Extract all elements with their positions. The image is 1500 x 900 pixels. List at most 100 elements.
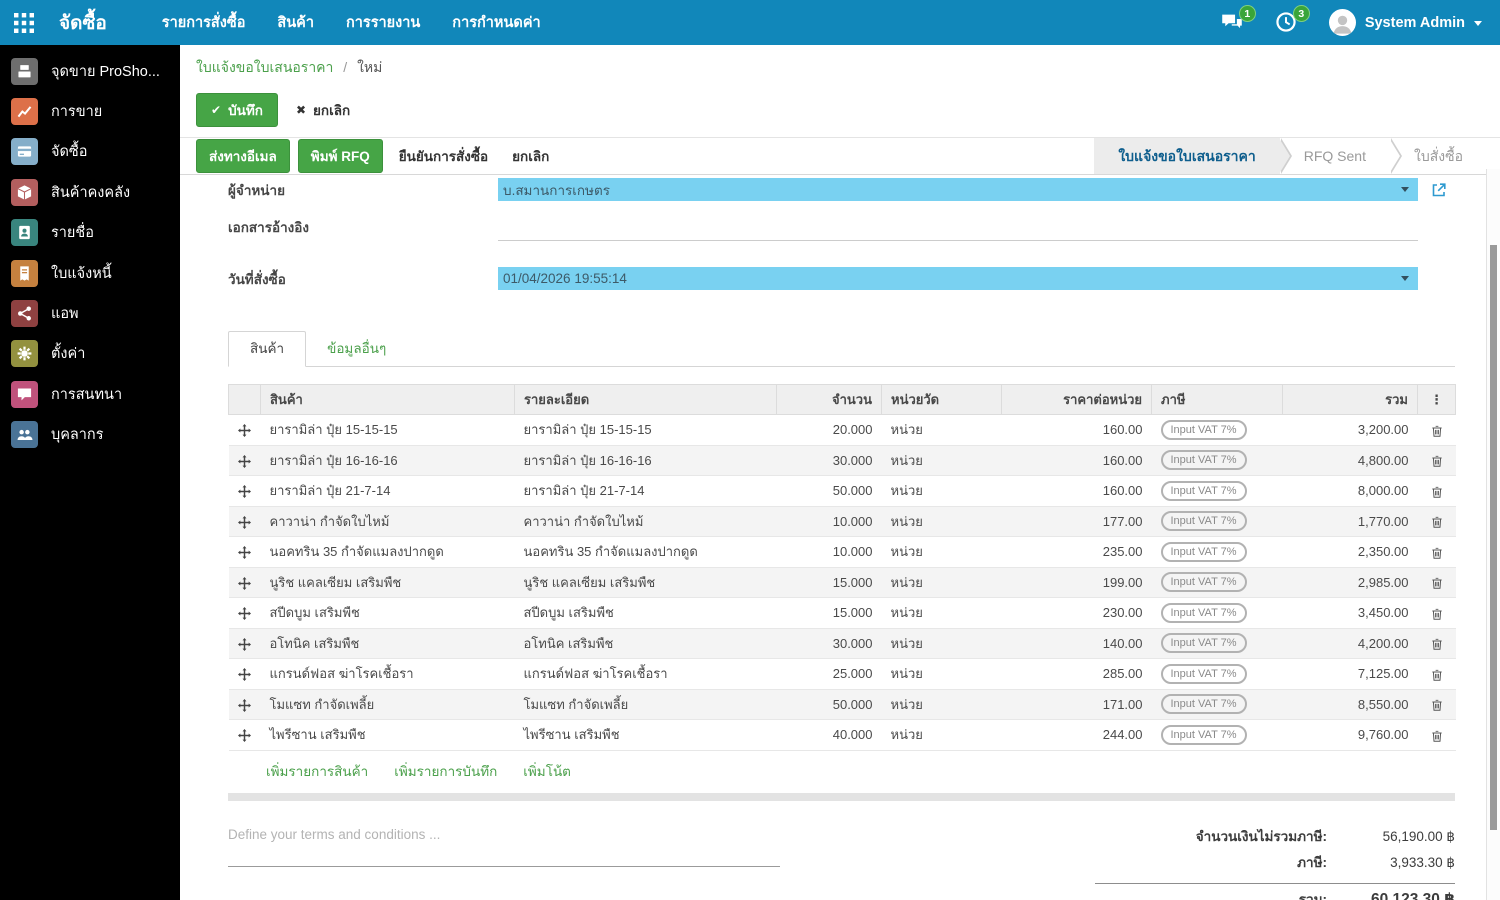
discard-button[interactable]: ✖ ยกเลิก [288,94,358,126]
line-price[interactable]: 160.00 [1001,445,1152,476]
reference-input[interactable] [498,213,1418,241]
drag-handle[interactable] [228,506,261,537]
topbar-menu[interactable]: รายการสั่งซื้อ [162,11,246,34]
line-description[interactable]: นอคทริน 35 กำจัดแมลงปากดูด [514,536,777,568]
line-qty[interactable]: 15.000 [776,567,882,598]
delete-line-button[interactable] [1417,475,1456,507]
qty-column-header[interactable]: จำนวน [776,384,882,415]
status-step[interactable]: RFQ Sent [1279,138,1390,174]
line-price[interactable]: 171.00 [1001,689,1152,720]
date-dropdown-caret-icon[interactable] [1401,276,1409,285]
line-product[interactable]: โมแซท กำจัดเพลี้ย [260,689,515,720]
line-description[interactable]: สปีดบูม เสริมพืช [514,597,777,629]
status-step[interactable]: ใบแจ้งขอใบเสนอราคา [1094,138,1280,174]
app-name[interactable]: จัดซื้อ [59,8,107,38]
add-line-link[interactable]: เพิ่มรายการบันทึก [394,760,497,782]
line-price[interactable]: 177.00 [1001,506,1152,537]
line-product[interactable]: ยารามิล่า ปุ๋ย 16-16-16 [260,445,515,476]
line-qty[interactable]: 30.000 [776,445,882,476]
sidebar-item[interactable]: ใบแจ้งหนี้ [0,253,180,293]
sidebar-item[interactable]: การขาย [0,91,180,131]
line-uom[interactable]: หน่วย [881,719,1002,751]
line-uom[interactable]: หน่วย [881,567,1002,598]
notebook-tab[interactable]: สินค้า [228,331,307,367]
line-product[interactable]: สปีดบูม เสริมพืช [260,597,515,629]
tax-badge[interactable]: Input VAT 7% [1160,663,1247,684]
line-qty[interactable]: 10.000 [776,536,882,568]
order-date-input[interactable]: 01/04/2026 19:55:14 [498,267,1418,290]
line-qty[interactable]: 50.000 [776,475,882,507]
line-product[interactable]: นูริช แคลเซียม เสริมพืช [260,567,515,598]
drag-handle[interactable] [228,567,261,598]
line-description[interactable]: คาวาน่า กำจัดใบไหม้ [514,506,777,537]
line-description[interactable]: ยารามิล่า ปุ๋ย 21-7-14 [514,475,777,507]
tax-badge[interactable]: Input VAT 7% [1160,511,1247,532]
tax-badge[interactable]: Input VAT 7% [1160,694,1247,715]
drag-handle[interactable] [228,445,261,476]
topbar-menu[interactable]: สินค้า [277,11,314,34]
tax-badge[interactable]: Input VAT 7% [1160,572,1247,593]
line-uom[interactable]: หน่วย [881,689,1002,720]
line-qty[interactable]: 30.000 [776,628,882,659]
status-step[interactable]: ใบสั่งซื้อ [1389,138,1487,174]
subtotal-column-header[interactable]: รวม [1282,384,1418,415]
line-uom[interactable]: หน่วย [881,475,1002,507]
confirm-order-button[interactable]: ยืนยันการสั่งซื้อ [391,140,496,172]
notebook-tab[interactable]: ข้อมูลอื่นๆ [306,332,407,366]
line-qty[interactable]: 50.000 [776,689,882,720]
add-line-link[interactable]: เพิ่มโน้ต [523,760,571,782]
product-column-header[interactable]: สินค้า [260,384,515,415]
line-price[interactable]: 235.00 [1001,536,1152,568]
line-price[interactable]: 244.00 [1001,719,1152,751]
line-uom[interactable]: หน่วย [881,445,1002,476]
vendor-dropdown-caret-icon[interactable] [1401,187,1409,196]
delete-line-button[interactable] [1417,445,1456,476]
line-qty[interactable]: 15.000 [776,597,882,629]
line-price[interactable]: 230.00 [1001,597,1152,629]
line-description[interactable]: ยารามิล่า ปุ๋ย 15-15-15 [514,414,777,446]
sidebar-item[interactable]: ตั้งค่า [0,334,180,374]
price-column-header[interactable]: ราคาต่อหน่วย [1001,384,1152,415]
line-qty[interactable]: 40.000 [776,719,882,751]
line-product[interactable]: ยารามิล่า ปุ๋ย 21-7-14 [260,475,515,507]
delete-line-button[interactable] [1417,506,1456,537]
line-product[interactable]: คาวาน่า กำจัดใบไหม้ [260,506,515,537]
vertical-scrollbar-track[interactable] [1486,169,1500,900]
sidebar-item[interactable]: สินค้าคงคลัง [0,172,180,212]
sidebar-item[interactable]: แอพ [0,293,180,333]
tax-badge[interactable]: Input VAT 7% [1160,450,1247,471]
vertical-scrollbar-thumb[interactable] [1490,245,1497,830]
tax-badge[interactable]: Input VAT 7% [1160,480,1247,501]
sidebar-item[interactable]: จุดขาย ProSho... [0,51,180,91]
line-price[interactable]: 199.00 [1001,567,1152,598]
line-uom[interactable]: หน่วย [881,597,1002,629]
drag-handle[interactable] [228,536,261,568]
line-uom[interactable]: หน่วย [881,414,1002,446]
delete-line-button[interactable] [1417,719,1456,751]
apps-grid-icon[interactable] [11,10,37,36]
drag-handle[interactable] [228,689,261,720]
vendor-input[interactable]: บ.สมานการเกษตร [498,178,1418,201]
line-qty[interactable]: 20.000 [776,414,882,446]
line-qty[interactable]: 25.000 [776,658,882,690]
line-description[interactable]: นูริช แคลเซียม เสริมพืช [514,567,777,598]
drag-handle[interactable] [228,475,261,507]
column-options-kebab-icon[interactable]: ⋮ [1417,384,1456,415]
delete-line-button[interactable] [1417,597,1456,629]
delete-line-button[interactable] [1417,689,1456,720]
table-horizontal-scrollbar[interactable] [228,792,1455,801]
delete-line-button[interactable] [1417,536,1456,568]
add-line-link[interactable]: เพิ่มรายการสินค้า [266,760,368,782]
line-description[interactable]: แกรนด์ฟอส ฆ่าโรคเชื้อรา [514,658,777,690]
line-price[interactable]: 160.00 [1001,475,1152,507]
drag-handle[interactable] [228,628,261,659]
tax-badge[interactable]: Input VAT 7% [1160,419,1247,440]
delete-line-button[interactable] [1417,567,1456,598]
sidebar-item[interactable]: รายชื่อ [0,213,180,253]
line-qty[interactable]: 10.000 [776,506,882,537]
messages-button[interactable]: 1 [1221,4,1256,35]
line-description[interactable]: ยารามิล่า ปุ๋ย 16-16-16 [514,445,777,476]
tax-badge[interactable]: Input VAT 7% [1160,633,1247,654]
terms-area[interactable]: Define your terms and conditions ... [228,821,1095,900]
topbar-menu[interactable]: การกำหนดค่า [452,11,540,34]
